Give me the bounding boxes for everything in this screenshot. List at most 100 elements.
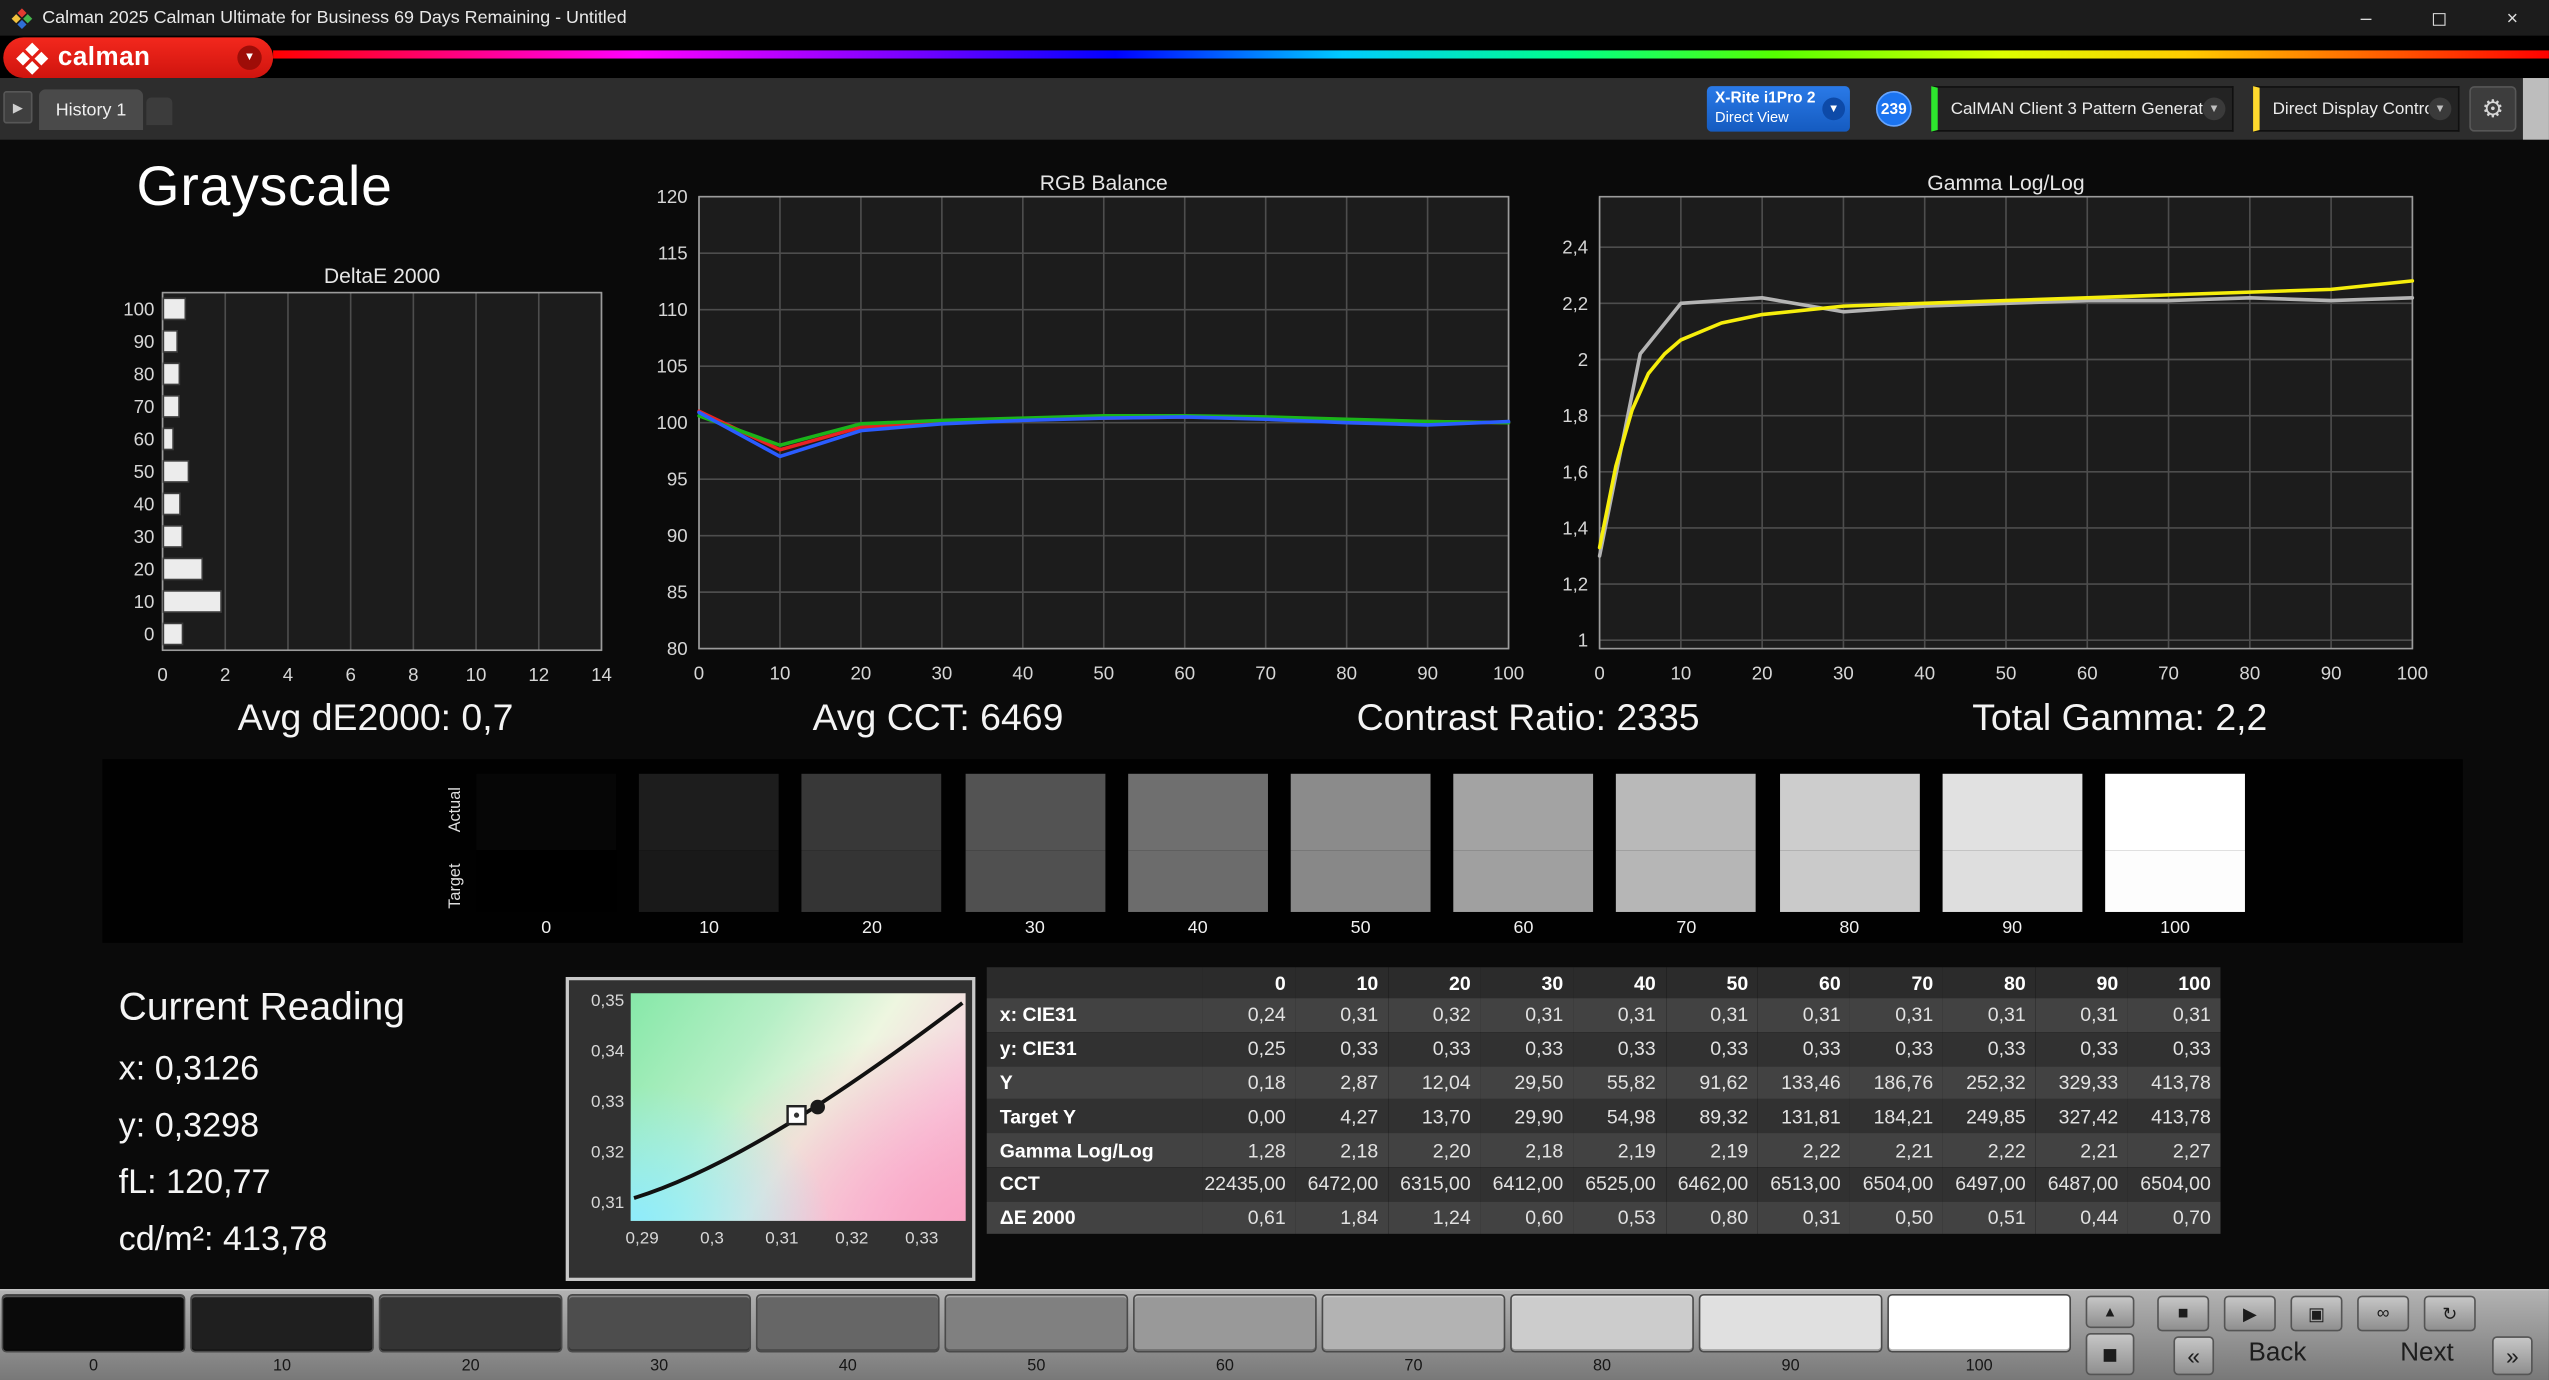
minimize-button[interactable]: –	[2329, 0, 2402, 36]
maximize-button[interactable]: ◻	[2403, 0, 2476, 36]
svg-text:70: 70	[1255, 663, 1276, 684]
save-button[interactable]: ▣	[2290, 1295, 2343, 1332]
pattern-level-label: 30	[650, 1357, 669, 1376]
gear-icon: ⚙	[2481, 95, 2504, 124]
swatch-target	[1616, 850, 1757, 912]
tab-history-1[interactable]: History 1	[39, 89, 144, 131]
window-titlebar: Calman 2025 Calman Ultimate for Business…	[0, 0, 2549, 36]
pattern-level-button-70[interactable]	[1321, 1293, 1506, 1353]
next-page-button[interactable]: »	[2492, 1336, 2533, 1376]
table-cell: 0,32	[1432, 1003, 1471, 1027]
table-cell: 0,33	[1525, 1037, 1564, 1061]
table-cell: 89,32	[1699, 1104, 1749, 1128]
page-title: Grayscale	[136, 156, 393, 218]
app-icon	[11, 7, 33, 29]
pattern-level-label: 100	[1965, 1357, 1993, 1376]
table-cell: 6513,00	[1770, 1172, 1841, 1196]
display-control-dropdown[interactable]: Direct Display Control ▼	[2253, 86, 2460, 132]
svg-text:2: 2	[1578, 349, 1588, 370]
table-cell: 0,44	[2080, 1206, 2119, 1230]
svg-text:60: 60	[2077, 663, 2098, 684]
pattern-level-button-80[interactable]	[1510, 1293, 1694, 1353]
table-cell: 0,31	[1802, 1206, 1841, 1230]
chevron-down-icon[interactable]: ▼	[2202, 97, 2226, 121]
table-column-header: 50	[1665, 967, 1758, 999]
table-cell: 0,31	[1340, 1003, 1379, 1027]
meter-dropdown[interactable]: X-Rite i1Pro 2 Direct View ▼	[1706, 86, 1850, 132]
table-cell: 22435,00	[1204, 1172, 1286, 1196]
table-row: Y 0,18 2,87 12,04 29,50 55,82 91,62 133,46 186,7…	[986, 1065, 2221, 1100]
stop-button[interactable]: ■	[2157, 1295, 2210, 1332]
swatch-actual	[802, 773, 942, 851]
table-cell: 6525,00	[1585, 1172, 1656, 1196]
measurement-count-badge[interactable]: 239	[1875, 91, 1912, 127]
grayscale-swatch-60: 60	[1453, 773, 1594, 943]
table-cell: 12,04	[1421, 1071, 1471, 1094]
panel-expander-button[interactable]: ▶	[3, 91, 33, 124]
chevron-down-icon[interactable]: ▼	[237, 45, 262, 70]
continuous-measure-button[interactable]: ∞	[2357, 1295, 2410, 1332]
svg-text:1,4: 1,4	[1562, 517, 1588, 538]
back-label[interactable]: Back	[2221, 1339, 2335, 1368]
meter-name: X-Rite i1Pro 2	[1715, 89, 1816, 108]
table-cell: 6412,00	[1492, 1172, 1564, 1196]
swatch-actual	[1290, 773, 1431, 851]
window-icon: ◼	[2101, 1342, 2119, 1366]
current-reading-panel: Current Reading x: 0,3126 y: 0,3298 fL: …	[119, 985, 405, 1278]
svg-text:115: 115	[658, 243, 688, 264]
play-button[interactable]: ▶	[2223, 1295, 2276, 1332]
svg-text:6: 6	[345, 664, 355, 685]
grayscale-swatch-70: 70	[1616, 773, 1757, 943]
chevron-down-icon[interactable]: ▼	[1822, 97, 1846, 121]
swatch-level-label: 30	[1024, 918, 1045, 938]
pattern-level-button-30[interactable]	[567, 1293, 752, 1353]
pattern-level-label: 40	[838, 1357, 857, 1376]
svg-text:40: 40	[1012, 663, 1033, 684]
svg-text:1,2: 1,2	[1562, 574, 1588, 595]
save-icon: ▣	[2308, 1304, 2325, 1325]
next-label[interactable]: Next	[2370, 1339, 2484, 1368]
close-button[interactable]: ×	[2476, 0, 2549, 36]
grayscale-swatch-80: 80	[1779, 773, 1920, 943]
table-cell: 6487,00	[2047, 1172, 2119, 1196]
table-cell: 0,33	[1802, 1037, 1841, 1061]
reading-fl: fL: 120,77	[118, 1163, 271, 1202]
stat-contrast-ratio: Contrast Ratio: 2335	[1356, 695, 1700, 739]
pattern-level-label: 80	[1592, 1357, 1612, 1376]
pattern-generator-dropdown[interactable]: CalMAN Client 3 Pattern Generator ▼	[1931, 86, 2234, 132]
svg-text:90: 90	[2321, 663, 2342, 684]
table-cell: 4,27	[1340, 1104, 1379, 1128]
table-cell: 186,76	[1873, 1071, 1934, 1094]
swatch-target	[639, 850, 779, 912]
refresh-button[interactable]: ↻	[2423, 1295, 2476, 1332]
table-row: ΔE 2000 0,61 1,84 1,24 0,60 0,53 0,80 0,31 0,50 0…	[986, 1200, 2221, 1235]
calman-logo-text: calman	[57, 43, 151, 71]
table-cell: 6504,00	[2140, 1172, 2211, 1196]
table-cell: 413,78	[2151, 1071, 2211, 1094]
table-cell: 249,85	[1966, 1104, 2026, 1128]
pattern-level-button-20[interactable]	[378, 1293, 563, 1353]
swatch-level-label: 50	[1350, 918, 1371, 938]
pattern-level-button-0[interactable]	[1, 1293, 186, 1353]
pattern-level-button-40[interactable]	[755, 1293, 940, 1353]
pattern-window-button[interactable]: ◼	[2085, 1332, 2135, 1376]
settings-button[interactable]: ⚙	[2469, 86, 2517, 132]
side-panel-handle[interactable]	[2522, 78, 2549, 140]
pattern-level-button-60[interactable]	[1133, 1293, 1317, 1353]
table-row: x: CIE31 0,24 0,31 0,32 0,31 0,31 0,31 0,31 0,31…	[986, 998, 2221, 1032]
grayscale-data-table: 0 10 20 30 40 50 60 70 80 90 100 x: CIE31 0,24 0,31 0,…	[986, 967, 2221, 1235]
calman-menu-button[interactable]: calman ▼	[3, 37, 274, 79]
pattern-level-button-50[interactable]	[944, 1293, 1129, 1353]
table-row: y: CIE31 0,25 0,33 0,33 0,33 0,33 0,33 0,33 0,33…	[986, 1031, 2221, 1066]
pattern-level-button-10[interactable]	[190, 1293, 374, 1353]
pattern-level-button-100[interactable]	[1887, 1293, 2072, 1353]
cie-x-tick: 0,29	[625, 1228, 659, 1249]
pattern-level-button-90[interactable]	[1698, 1293, 1883, 1353]
stat-avg-de2000: Avg dE2000: 0,7	[237, 695, 514, 739]
chevron-down-icon[interactable]: ▼	[2428, 97, 2452, 121]
swatch-level-label: 100	[2160, 918, 2190, 938]
back-page-button[interactable]: «	[2173, 1336, 2215, 1376]
new-tab-button[interactable]	[146, 97, 173, 126]
collapse-up-button[interactable]: ▲	[2085, 1295, 2135, 1329]
table-cell: 131,81	[1781, 1104, 1841, 1128]
